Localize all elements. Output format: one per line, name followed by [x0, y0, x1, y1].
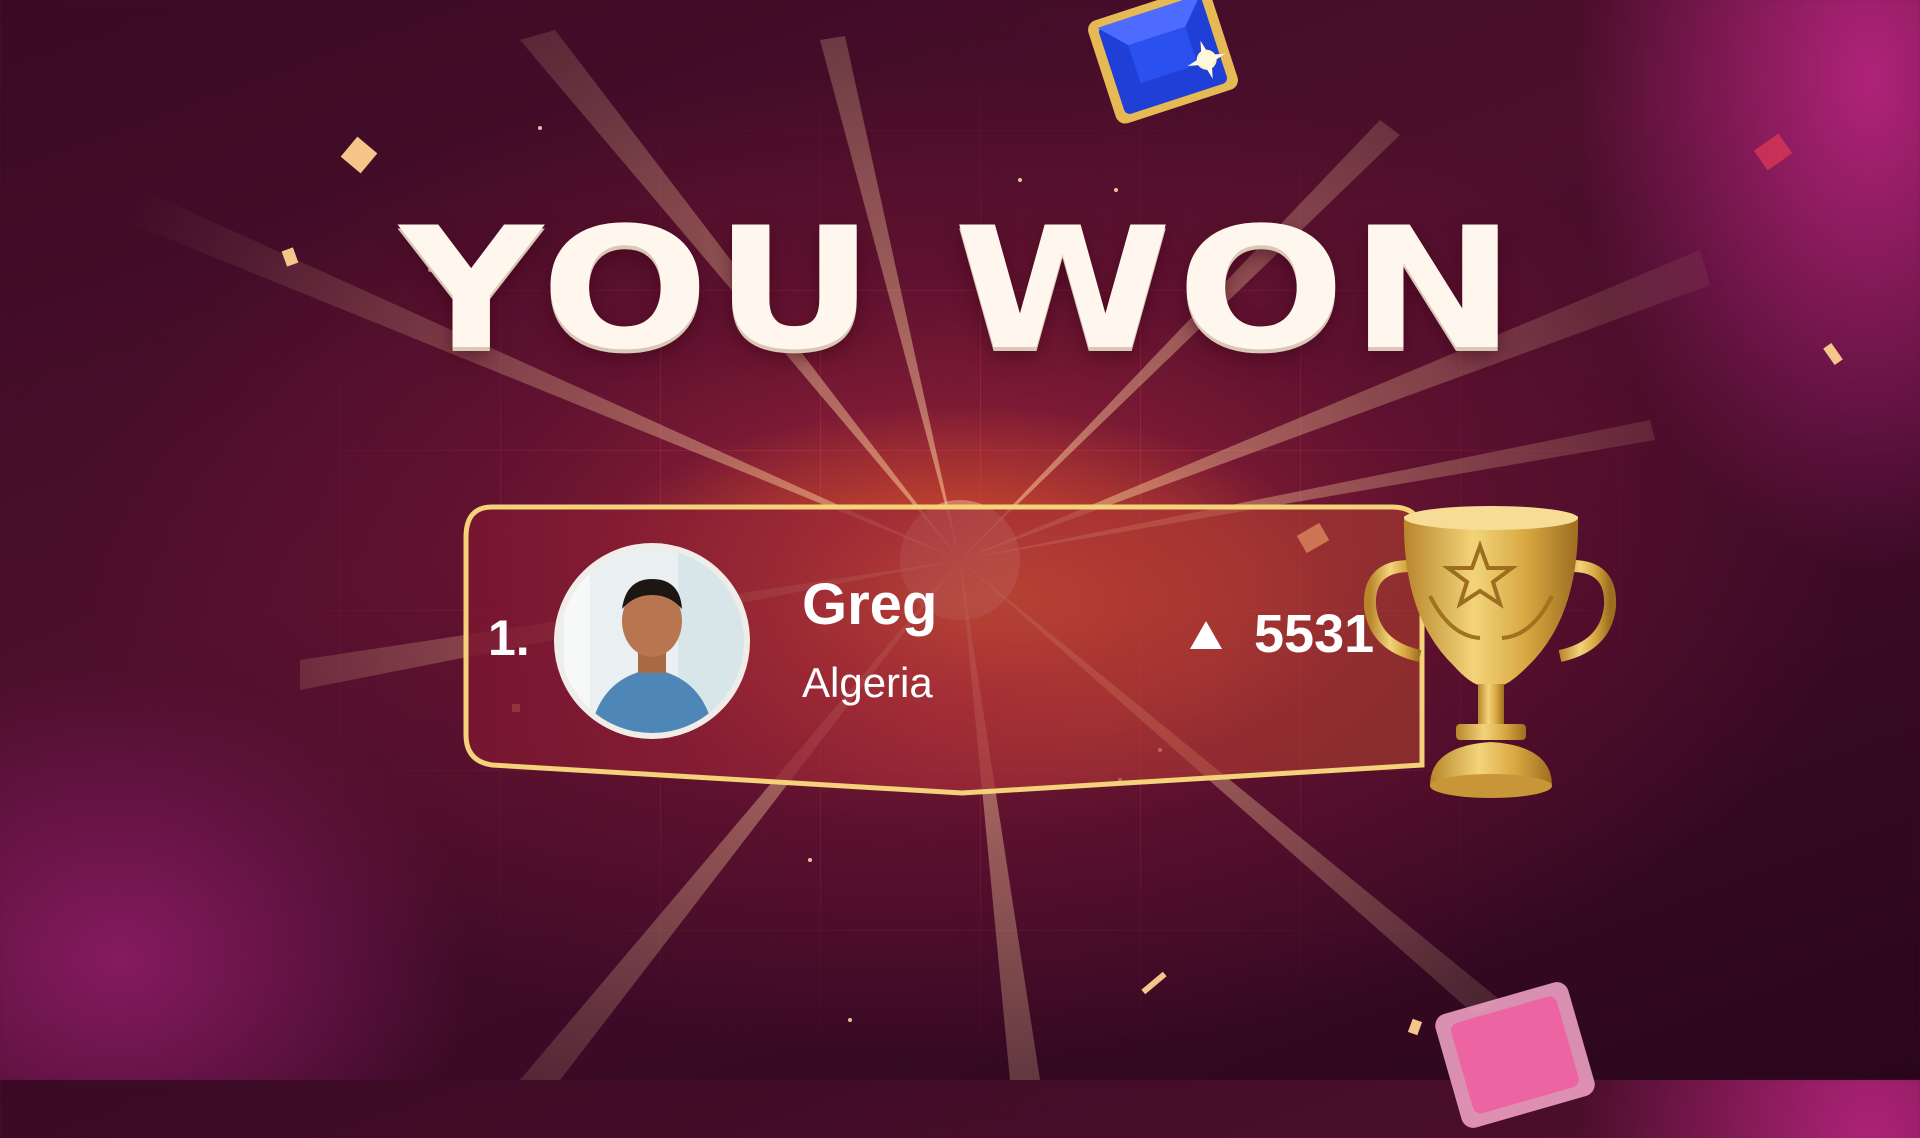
- avatar: [554, 543, 750, 739]
- rank-number: 1.: [488, 610, 530, 666]
- player-country: Algeria: [802, 659, 933, 706]
- player-score: 5531: [1254, 604, 1375, 664]
- up-triangle-icon: [1190, 621, 1222, 649]
- trophy-icon: [1363, 506, 1617, 798]
- win-title: YOU WON: [399, 191, 1521, 387]
- player-name: Greg: [802, 572, 938, 637]
- winner-card: 1. Greg Algeria 5531: [462, 503, 1442, 797]
- avatar-portrait: [560, 549, 744, 733]
